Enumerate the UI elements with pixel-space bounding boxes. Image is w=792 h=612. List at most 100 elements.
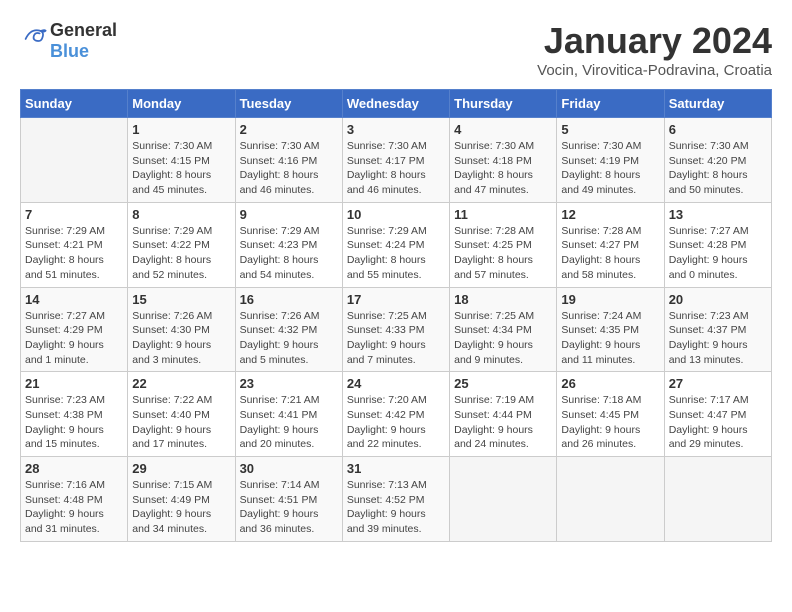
daylight-text: Daylight: 9 hours and 3 minutes. (132, 339, 211, 366)
day-number: 29 (132, 461, 230, 476)
day-info: Sunrise: 7:29 AM Sunset: 4:23 PM Dayligh… (240, 224, 338, 283)
calendar-cell: 16 Sunrise: 7:26 AM Sunset: 4:32 PM Dayl… (235, 287, 342, 372)
sunrise-text: Sunrise: 7:20 AM (347, 394, 427, 406)
logo-bird-icon (20, 25, 48, 53)
day-info: Sunrise: 7:16 AM Sunset: 4:48 PM Dayligh… (25, 478, 123, 537)
calendar-cell: 2 Sunrise: 7:30 AM Sunset: 4:16 PM Dayli… (235, 118, 342, 203)
day-number: 23 (240, 376, 338, 391)
daylight-text: Daylight: 9 hours and 29 minutes. (669, 424, 748, 451)
day-number: 20 (669, 292, 767, 307)
calendar-day-header: Friday (557, 90, 664, 118)
sunrise-text: Sunrise: 7:30 AM (454, 140, 534, 152)
day-info: Sunrise: 7:17 AM Sunset: 4:47 PM Dayligh… (669, 393, 767, 452)
sunset-text: Sunset: 4:40 PM (132, 409, 210, 421)
day-number: 28 (25, 461, 123, 476)
daylight-text: Daylight: 9 hours and 39 minutes. (347, 508, 426, 535)
calendar-cell: 5 Sunrise: 7:30 AM Sunset: 4:19 PM Dayli… (557, 118, 664, 203)
calendar-cell: 22 Sunrise: 7:22 AM Sunset: 4:40 PM Dayl… (128, 372, 235, 457)
sunset-text: Sunset: 4:18 PM (454, 155, 532, 167)
day-number: 19 (561, 292, 659, 307)
sunrise-text: Sunrise: 7:25 AM (454, 310, 534, 322)
day-number: 31 (347, 461, 445, 476)
calendar-cell: 26 Sunrise: 7:18 AM Sunset: 4:45 PM Dayl… (557, 372, 664, 457)
sunrise-text: Sunrise: 7:23 AM (25, 394, 105, 406)
day-info: Sunrise: 7:22 AM Sunset: 4:40 PM Dayligh… (132, 393, 230, 452)
day-info: Sunrise: 7:30 AM Sunset: 4:18 PM Dayligh… (454, 139, 552, 198)
sunrise-text: Sunrise: 7:30 AM (669, 140, 749, 152)
sunset-text: Sunset: 4:47 PM (669, 409, 747, 421)
calendar-day-header: Monday (128, 90, 235, 118)
daylight-text: Daylight: 9 hours and 34 minutes. (132, 508, 211, 535)
sunset-text: Sunset: 4:44 PM (454, 409, 532, 421)
daylight-text: Daylight: 8 hours and 51 minutes. (25, 254, 104, 281)
daylight-text: Daylight: 8 hours and 50 minutes. (669, 169, 748, 196)
calendar-cell: 17 Sunrise: 7:25 AM Sunset: 4:33 PM Dayl… (342, 287, 449, 372)
sunrise-text: Sunrise: 7:18 AM (561, 394, 641, 406)
day-info: Sunrise: 7:13 AM Sunset: 4:52 PM Dayligh… (347, 478, 445, 537)
sunset-text: Sunset: 4:41 PM (240, 409, 318, 421)
calendar-header-row: SundayMondayTuesdayWednesdayThursdayFrid… (21, 90, 772, 118)
day-number: 5 (561, 122, 659, 137)
sunrise-text: Sunrise: 7:14 AM (240, 479, 320, 491)
calendar-cell: 3 Sunrise: 7:30 AM Sunset: 4:17 PM Dayli… (342, 118, 449, 203)
logo-general-text: General (50, 20, 117, 40)
sunrise-text: Sunrise: 7:30 AM (561, 140, 641, 152)
sunset-text: Sunset: 4:42 PM (347, 409, 425, 421)
daylight-text: Daylight: 9 hours and 5 minutes. (240, 339, 319, 366)
calendar-cell: 11 Sunrise: 7:28 AM Sunset: 4:25 PM Dayl… (450, 202, 557, 287)
sunrise-text: Sunrise: 7:30 AM (347, 140, 427, 152)
calendar-cell: 27 Sunrise: 7:17 AM Sunset: 4:47 PM Dayl… (664, 372, 771, 457)
sunrise-text: Sunrise: 7:26 AM (132, 310, 212, 322)
calendar-cell: 12 Sunrise: 7:28 AM Sunset: 4:27 PM Dayl… (557, 202, 664, 287)
day-number: 26 (561, 376, 659, 391)
sunrise-text: Sunrise: 7:13 AM (347, 479, 427, 491)
calendar-cell: 25 Sunrise: 7:19 AM Sunset: 4:44 PM Dayl… (450, 372, 557, 457)
sunset-text: Sunset: 4:37 PM (669, 324, 747, 336)
daylight-text: Daylight: 8 hours and 46 minutes. (240, 169, 319, 196)
day-info: Sunrise: 7:21 AM Sunset: 4:41 PM Dayligh… (240, 393, 338, 452)
sunrise-text: Sunrise: 7:16 AM (25, 479, 105, 491)
day-info: Sunrise: 7:30 AM Sunset: 4:19 PM Dayligh… (561, 139, 659, 198)
page-title: January 2024 (537, 20, 772, 62)
sunrise-text: Sunrise: 7:26 AM (240, 310, 320, 322)
day-info: Sunrise: 7:14 AM Sunset: 4:51 PM Dayligh… (240, 478, 338, 537)
daylight-text: Daylight: 8 hours and 45 minutes. (132, 169, 211, 196)
calendar-day-header: Thursday (450, 90, 557, 118)
sunset-text: Sunset: 4:45 PM (561, 409, 639, 421)
day-number: 2 (240, 122, 338, 137)
sunset-text: Sunset: 4:22 PM (132, 239, 210, 251)
day-number: 9 (240, 207, 338, 222)
calendar-cell (21, 118, 128, 203)
calendar-cell: 18 Sunrise: 7:25 AM Sunset: 4:34 PM Dayl… (450, 287, 557, 372)
calendar-cell: 20 Sunrise: 7:23 AM Sunset: 4:37 PM Dayl… (664, 287, 771, 372)
sunrise-text: Sunrise: 7:30 AM (240, 140, 320, 152)
calendar-cell: 9 Sunrise: 7:29 AM Sunset: 4:23 PM Dayli… (235, 202, 342, 287)
sunset-text: Sunset: 4:38 PM (25, 409, 103, 421)
sunrise-text: Sunrise: 7:27 AM (25, 310, 105, 322)
sunrise-text: Sunrise: 7:30 AM (132, 140, 212, 152)
sunrise-text: Sunrise: 7:29 AM (240, 225, 320, 237)
daylight-text: Daylight: 8 hours and 54 minutes. (240, 254, 319, 281)
day-info: Sunrise: 7:26 AM Sunset: 4:30 PM Dayligh… (132, 309, 230, 368)
calendar-cell: 13 Sunrise: 7:27 AM Sunset: 4:28 PM Dayl… (664, 202, 771, 287)
daylight-text: Daylight: 9 hours and 13 minutes. (669, 339, 748, 366)
day-number: 13 (669, 207, 767, 222)
day-info: Sunrise: 7:23 AM Sunset: 4:38 PM Dayligh… (25, 393, 123, 452)
sunrise-text: Sunrise: 7:21 AM (240, 394, 320, 406)
page-subtitle: Vocin, Virovitica-Podravina, Croatia (537, 62, 772, 79)
day-info: Sunrise: 7:26 AM Sunset: 4:32 PM Dayligh… (240, 309, 338, 368)
sunset-text: Sunset: 4:25 PM (454, 239, 532, 251)
daylight-text: Daylight: 9 hours and 17 minutes. (132, 424, 211, 451)
daylight-text: Daylight: 9 hours and 22 minutes. (347, 424, 426, 451)
day-info: Sunrise: 7:30 AM Sunset: 4:16 PM Dayligh… (240, 139, 338, 198)
calendar-week-row: 28 Sunrise: 7:16 AM Sunset: 4:48 PM Dayl… (21, 457, 772, 542)
sunrise-text: Sunrise: 7:17 AM (669, 394, 749, 406)
logo: General Blue (20, 20, 117, 62)
calendar-cell: 4 Sunrise: 7:30 AM Sunset: 4:18 PM Dayli… (450, 118, 557, 203)
day-number: 8 (132, 207, 230, 222)
day-info: Sunrise: 7:29 AM Sunset: 4:22 PM Dayligh… (132, 224, 230, 283)
sunset-text: Sunset: 4:23 PM (240, 239, 318, 251)
daylight-text: Daylight: 8 hours and 58 minutes. (561, 254, 640, 281)
calendar-cell: 23 Sunrise: 7:21 AM Sunset: 4:41 PM Dayl… (235, 372, 342, 457)
calendar-cell: 8 Sunrise: 7:29 AM Sunset: 4:22 PM Dayli… (128, 202, 235, 287)
